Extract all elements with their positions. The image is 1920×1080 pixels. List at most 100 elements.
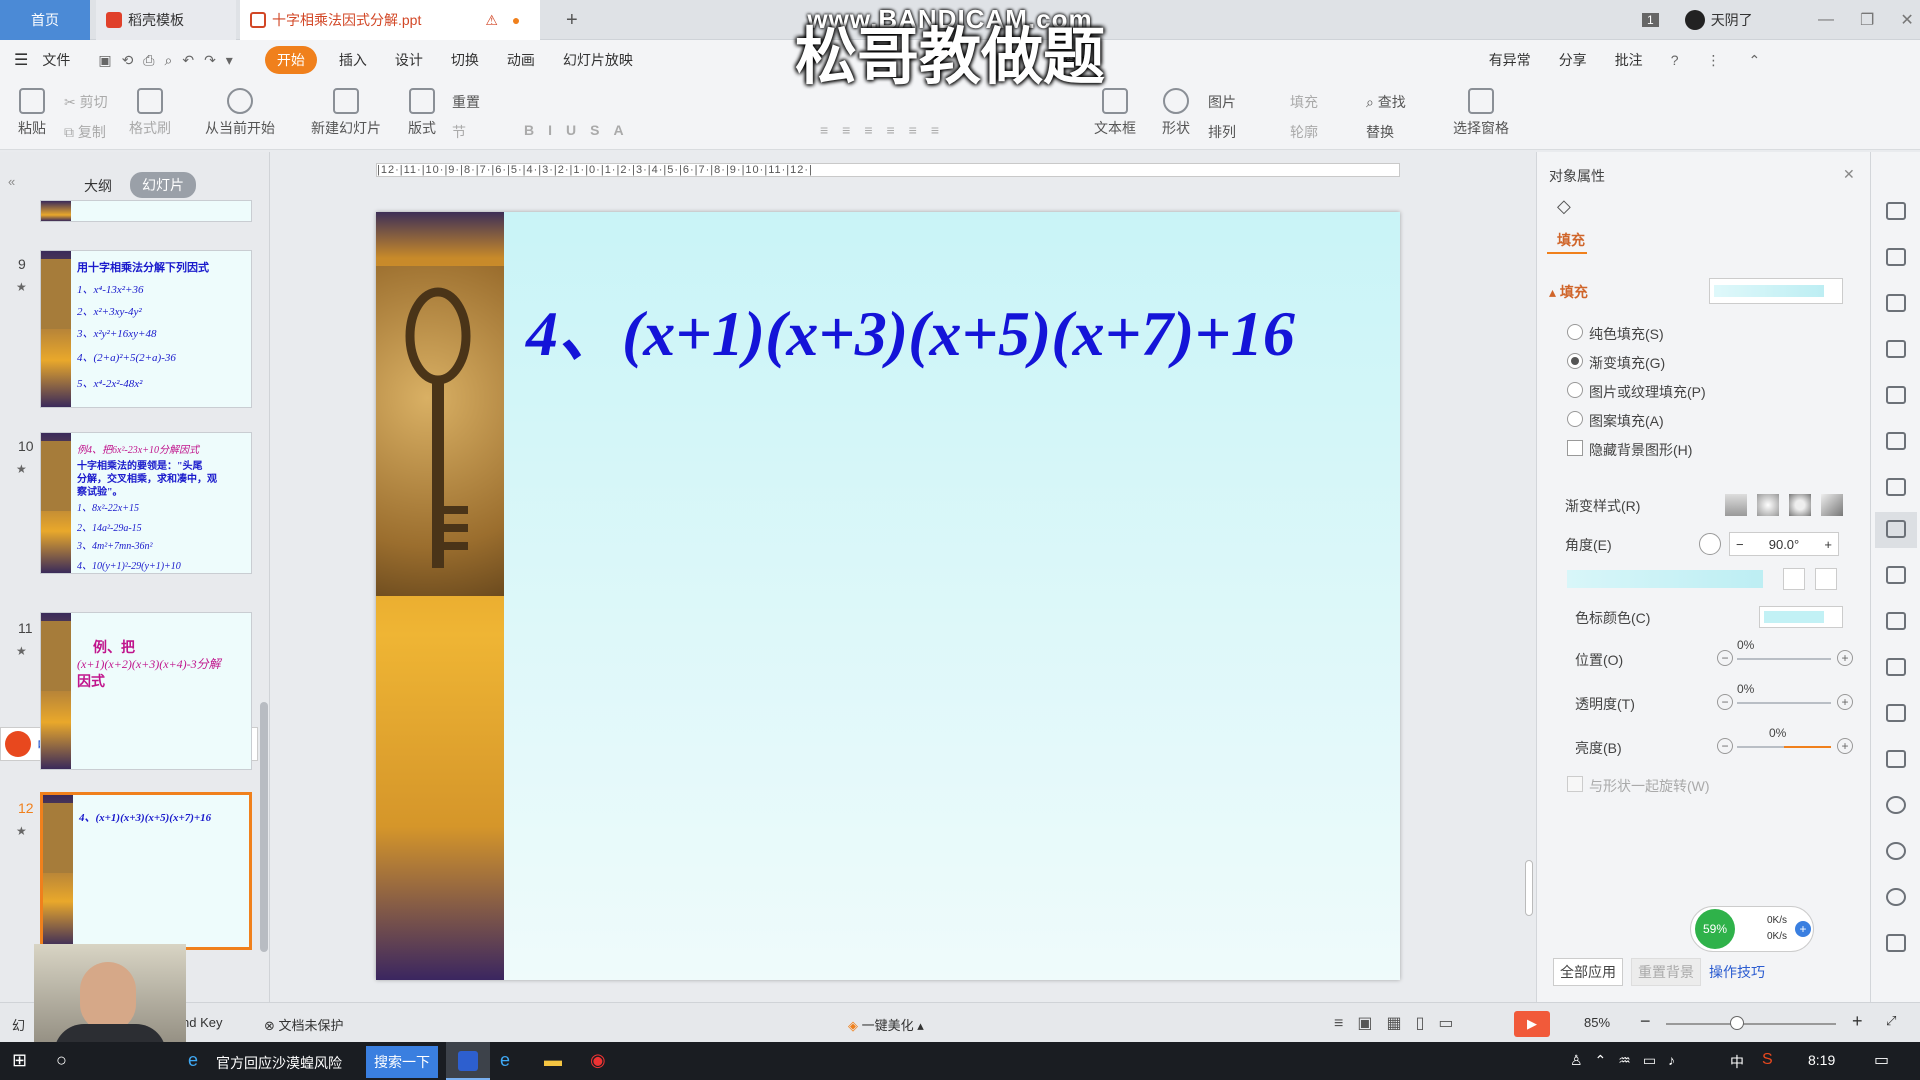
shape-button[interactable]: 形状 — [1156, 88, 1196, 138]
text-box-button[interactable]: 文本框 — [1090, 88, 1140, 138]
boost-icon[interactable]: + — [1795, 921, 1811, 937]
tab-template[interactable]: 稻壳模板 — [96, 0, 236, 40]
current-slide[interactable]: 4、(x+1)(x+3)(x+5)(x+7)+16 — [376, 212, 1400, 980]
fill-button[interactable]: 填充 — [1290, 92, 1318, 112]
section-button[interactable]: 节 — [452, 122, 466, 142]
help-icon[interactable]: ? — [1657, 52, 1693, 68]
maximize-icon[interactable]: ❐ — [1860, 10, 1874, 30]
brightness-slider[interactable] — [1737, 746, 1831, 748]
brightness-plus-icon[interactable]: + — [1837, 738, 1853, 754]
view-mode-buttons[interactable]: ≡▣▦▯▭ — [1334, 1013, 1468, 1033]
chart-icon[interactable] — [1886, 478, 1906, 496]
help-icon[interactable] — [1886, 888, 1906, 906]
bandicam-icon[interactable]: ◉ — [590, 1050, 606, 1071]
file-explorer-icon[interactable]: ▬ — [544, 1050, 562, 1071]
menu-insert[interactable]: 插入 — [325, 50, 381, 70]
more-icon[interactable]: ⋮ — [1692, 52, 1734, 69]
reset-button[interactable]: 重置 — [452, 92, 480, 112]
thumbnail-scrollbar[interactable] — [260, 702, 268, 952]
cortana-icon[interactable]: ○ — [56, 1050, 67, 1071]
shapes-icon[interactable] — [1886, 294, 1906, 312]
fill-section-header[interactable]: ▴ 填充 — [1549, 282, 1588, 302]
ie-icon[interactable]: e — [500, 1050, 510, 1071]
rotate-with-shape-checkbox[interactable] — [1567, 776, 1583, 792]
location-icon[interactable] — [1886, 796, 1906, 814]
properties-icon[interactable] — [1886, 520, 1906, 538]
gradient-rect-icon[interactable] — [1789, 494, 1811, 516]
format-painter-button[interactable]: 格式刷 — [128, 88, 172, 138]
share-button[interactable]: 分享 — [1545, 50, 1601, 70]
close-panel-icon[interactable]: ✕ — [1843, 166, 1855, 183]
avatar[interactable] — [1684, 10, 1705, 30]
taskbar-search-button[interactable]: 搜索一下 — [366, 1046, 438, 1078]
protect-status[interactable]: ⊗ 文档未保护 — [264, 1015, 344, 1034]
properties-title[interactable]: 对象属性 — [1549, 166, 1605, 186]
close-icon[interactable]: ✕ — [1900, 10, 1913, 30]
notification-icon[interactable]: ▭ — [1874, 1050, 1889, 1070]
animation-icon[interactable] — [1886, 202, 1906, 220]
copy-button[interactable]: ⧉ 复制 — [64, 122, 106, 142]
radio-pattern-fill[interactable] — [1567, 411, 1583, 427]
menu-animation[interactable]: 动画 — [493, 50, 549, 70]
slide-thumbnail-11[interactable]: 例、把 (x+1)(x+2)(x+3)(x+4)-3分解 因式 — [40, 612, 252, 770]
apply-all-button[interactable]: 全部应用 — [1553, 958, 1623, 986]
replace-button[interactable]: 替换 — [1366, 122, 1394, 142]
canvas-scrollbar-thumb[interactable] — [1525, 860, 1533, 916]
zoom-level[interactable]: 85% — [1584, 1015, 1610, 1030]
radio-gradient-fill[interactable] — [1567, 353, 1583, 369]
collapse-ribbon-icon[interactable]: ⌃ — [1734, 52, 1774, 69]
slide-thumbnail-12-selected[interactable]: 4、(x+1)(x+3)(x+5)(x+7)+16 — [40, 792, 252, 950]
tips-link[interactable]: 操作技巧 — [1709, 962, 1765, 982]
gradient-radial-icon[interactable] — [1757, 494, 1779, 516]
angle-dial[interactable] — [1699, 533, 1721, 555]
minimize-icon[interactable]: — — [1818, 11, 1834, 29]
position-plus-icon[interactable]: + — [1837, 650, 1853, 666]
radio-solid-fill[interactable] — [1567, 324, 1583, 340]
transparency-slider[interactable] — [1737, 702, 1831, 704]
font-format-buttons[interactable]: BIUSA — [524, 122, 638, 138]
taskbar-wps-app[interactable] — [446, 1042, 490, 1080]
archive-icon[interactable] — [1886, 658, 1906, 676]
position-minus-icon[interactable]: − — [1717, 650, 1733, 666]
zoom-slider-thumb[interactable] — [1730, 1016, 1744, 1030]
menu-slideshow[interactable]: 幻灯片放映 — [549, 50, 647, 70]
gradient-linear-icon[interactable] — [1725, 494, 1747, 516]
hamburger-icon[interactable]: ☰ — [0, 50, 42, 70]
zoom-out-icon[interactable]: − — [1640, 1011, 1651, 1032]
angle-value[interactable]: 90.0° — [1769, 537, 1800, 552]
tab-outline[interactable]: 大纲 — [84, 176, 112, 196]
image-icon[interactable] — [1886, 704, 1906, 722]
sync-status-button[interactable]: 有异常 — [1475, 50, 1545, 70]
menu-home[interactable]: 开始 — [264, 46, 317, 74]
paste-button[interactable]: 粘贴 — [14, 88, 50, 138]
fit-window-icon[interactable]: ⤢ — [1886, 1013, 1896, 1029]
menu-transition[interactable]: 切换 — [437, 50, 493, 70]
fill-color-dropdown[interactable] — [1709, 278, 1843, 304]
table-icon[interactable] — [1886, 386, 1906, 404]
history-icon[interactable] — [1886, 842, 1906, 860]
new-tab-button[interactable]: + — [566, 0, 578, 40]
grid-layout-icon[interactable] — [1886, 432, 1906, 450]
transition-icon[interactable] — [1886, 248, 1906, 266]
layout-button[interactable]: 版式 — [400, 88, 444, 138]
paint-icon[interactable] — [1886, 340, 1906, 358]
add-stop-icon[interactable] — [1783, 568, 1805, 590]
menu-design[interactable]: 设计 — [381, 50, 437, 70]
quick-access-toolbar[interactable]: ▣⟲⎙⌕↶↷▾ — [84, 52, 257, 69]
brightness-minus-icon[interactable]: − — [1717, 738, 1733, 754]
remove-stop-icon[interactable] — [1815, 568, 1837, 590]
taskbar-news[interactable]: 官方回应沙漠蝗风险 — [216, 1053, 342, 1073]
picture-button[interactable]: 图片 — [1208, 92, 1236, 112]
gradient-path-icon[interactable] — [1821, 494, 1843, 516]
user-name[interactable]: 天阴了 — [1711, 10, 1753, 30]
window-count-badge[interactable]: 1 — [1642, 13, 1659, 27]
outline-button[interactable]: 轮廓 — [1290, 122, 1318, 142]
audio-icon[interactable] — [1886, 750, 1906, 768]
tray-sogou-icon[interactable]: S — [1762, 1051, 1773, 1069]
tab-slides[interactable]: 幻灯片 — [130, 172, 196, 198]
slide-thumbnail-10[interactable]: 例4、把6x²-23x+10分解因式 十字相乘法的要领是："头尾 分解，交叉相乘… — [40, 432, 252, 574]
fill-bucket-icon[interactable]: ◇ — [1557, 196, 1571, 217]
decrement-icon[interactable]: − — [1736, 537, 1744, 552]
canvas-scrollbar[interactable] — [1524, 160, 1534, 960]
zoom-slider[interactable] — [1666, 1023, 1836, 1025]
